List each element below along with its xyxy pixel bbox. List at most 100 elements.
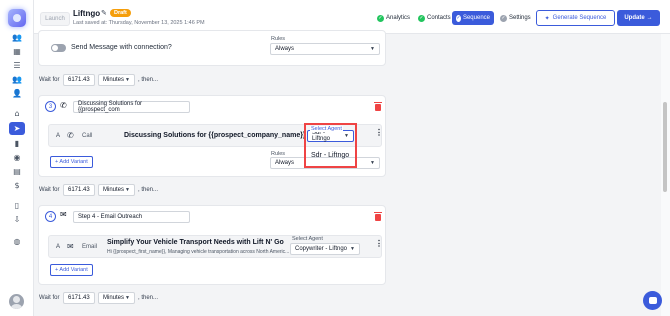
variant-type: Call: [82, 133, 93, 139]
bar-chart-icon[interactable]: ▮: [10, 138, 24, 149]
team-icon[interactable]: 👥: [10, 74, 24, 85]
wait-amount-input[interactable]: 6171.43: [63, 292, 95, 304]
mail-icon: ✉: [60, 210, 67, 219]
tab-analytics[interactable]: ✓ Analytics: [373, 11, 414, 25]
add-variant-button[interactable]: + Add Variant: [50, 156, 93, 168]
variant-body: Hi {{prospect_first_name}}, Managing veh…: [107, 249, 290, 255]
wait-unit-select[interactable]: Minutes ▼: [98, 292, 135, 304]
avatar[interactable]: [9, 294, 24, 309]
trash-icon[interactable]: [374, 102, 382, 111]
phone-icon: ✆: [67, 131, 74, 140]
wait-unit-value: Minutes: [103, 295, 125, 301]
step-number: 4: [45, 211, 56, 222]
wait-label: Wait for: [39, 77, 60, 83]
variant-a[interactable]: A ✉ Email Simplify Your Vehicle Transpor…: [48, 235, 383, 258]
sequence-name: Liftngo: [73, 9, 101, 18]
chevron-down-icon: ▼: [125, 187, 130, 193]
tab-sequence[interactable]: ✓ Sequence: [452, 11, 494, 25]
variant-letter: A: [56, 133, 61, 139]
trash-icon[interactable]: [374, 212, 382, 221]
send-icon[interactable]: ➤: [9, 122, 25, 135]
check-circle-icon: ✓: [456, 14, 461, 22]
tab-label: Sequence: [462, 15, 490, 21]
sequence-editor: Send Message with connection? Rules Alwa…: [34, 30, 658, 316]
then-label: , then...: [138, 187, 159, 193]
tab-label: Settings: [509, 15, 531, 21]
sparkle-icon: ✦: [544, 15, 550, 22]
wait-label: Wait for: [39, 295, 60, 301]
wait-amount-input[interactable]: 6171.43: [63, 74, 95, 86]
toggle-label: Send Message with connection?: [71, 44, 172, 51]
wait-amount-input[interactable]: 6171.43: [63, 184, 95, 196]
check-circle-icon: ✓: [418, 14, 425, 22]
rules-value: Always: [275, 160, 295, 166]
list-icon[interactable]: ☰: [10, 60, 24, 71]
then-label: , then...: [138, 295, 159, 301]
then-label: , then...: [138, 77, 159, 83]
last-saved-text: Last saved at: Thursday, November 13, 20…: [73, 20, 205, 26]
generate-sequence-button[interactable]: ✦ Generate Sequence: [536, 10, 615, 26]
launch-button[interactable]: Launch: [40, 12, 70, 26]
add-variant-button[interactable]: + Add Variant: [50, 264, 93, 276]
chevron-down-icon: ▼: [125, 295, 130, 301]
rules-select[interactable]: Always ▼: [270, 43, 380, 55]
draft-badge: Draft: [110, 9, 131, 17]
more-options-icon[interactable]: ⋮: [375, 240, 383, 248]
step-title-input[interactable]: Step 4 - Email Outreach: [73, 211, 190, 223]
users-icon[interactable]: 👥: [10, 32, 24, 43]
rules-label: Rules: [271, 36, 286, 42]
update-button[interactable]: Update →: [617, 10, 660, 26]
agent-label: Select Agent: [292, 236, 323, 242]
sidebar: 👥 ▦ ☰ 👥 👤 ⌂ ➤ ▮ ◉ ▤ $ ▯ ⇩ ◍: [0, 0, 34, 316]
chevron-down-icon: ▼: [370, 46, 375, 52]
agent-select[interactable]: Copywriter - Liftngo ▼: [290, 243, 360, 255]
phone-icon: ✆: [60, 101, 67, 110]
wait-unit-value: Minutes: [103, 77, 125, 83]
agent-value: Copywriter - Liftngo: [295, 246, 348, 252]
rules-value: Always: [275, 46, 295, 52]
wait-unit-select[interactable]: Minutes ▼: [98, 74, 135, 86]
pencil-icon[interactable]: ✎: [101, 9, 107, 17]
check-circle-icon: ✓: [500, 14, 507, 22]
chevron-down-icon: ▼: [370, 160, 375, 166]
variant-subject: Simplify Your Vehicle Transport Needs wi…: [107, 239, 284, 246]
variant-type: Email: [82, 244, 98, 250]
mail-icon: ✉: [67, 242, 74, 251]
user-circle-icon[interactable]: ◉: [10, 152, 24, 163]
step-title-input[interactable]: Discussing Solutions for {{prospect_com: [73, 101, 190, 113]
tab-contacts[interactable]: ✓ Contacts: [414, 11, 455, 25]
wait-unit-select[interactable]: Minutes ▼: [98, 184, 135, 196]
step-number: 3: [45, 101, 56, 112]
variant-letter: A: [56, 244, 61, 250]
connection-toggle[interactable]: [51, 44, 66, 52]
chevron-down-icon: ▼: [350, 246, 355, 252]
chevron-down-icon: ▼: [344, 133, 349, 139]
scrollbar-thumb[interactable]: [663, 102, 667, 192]
document-icon[interactable]: ▯: [10, 200, 24, 211]
scrollbar[interactable]: [661, 34, 670, 316]
update-label: Update: [624, 15, 645, 21]
step-card-4: 4 ✉ Step 4 - Email Outreach A ✉ Email Si…: [38, 205, 386, 285]
wait-label: Wait for: [39, 187, 60, 193]
chevron-down-icon: ▼: [125, 77, 130, 83]
building-icon[interactable]: ▦: [10, 46, 24, 57]
dollar-icon[interactable]: $: [10, 180, 24, 191]
agent-float-label: Select Agent: [310, 126, 343, 132]
agent-option[interactable]: Sdr - Liftngo: [311, 152, 349, 159]
user-plus-icon[interactable]: 👤: [10, 88, 24, 99]
generate-label: Generate Sequence: [552, 15, 607, 21]
chat-icon[interactable]: [643, 291, 662, 310]
home-icon[interactable]: ⌂: [10, 108, 24, 119]
top-header: Launch Liftngo ✎ Draft Last saved at: Th…: [34, 0, 670, 34]
wait-unit-value: Minutes: [103, 187, 125, 193]
more-options-icon[interactable]: ⋮: [375, 129, 383, 137]
import-icon[interactable]: ⇩: [10, 214, 24, 225]
step-card-2: Send Message with connection? Rules Alwa…: [38, 30, 386, 66]
tab-settings[interactable]: ✓ Settings: [496, 11, 535, 25]
globe-icon[interactable]: ◍: [10, 236, 24, 247]
arrow-right-icon: →: [646, 15, 653, 21]
inbox-icon[interactable]: ▤: [10, 166, 24, 177]
tab-label: Contacts: [427, 15, 451, 21]
variant-subject: Discussing Solutions for {{prospect_comp…: [124, 132, 306, 139]
app-logo[interactable]: [8, 9, 26, 27]
